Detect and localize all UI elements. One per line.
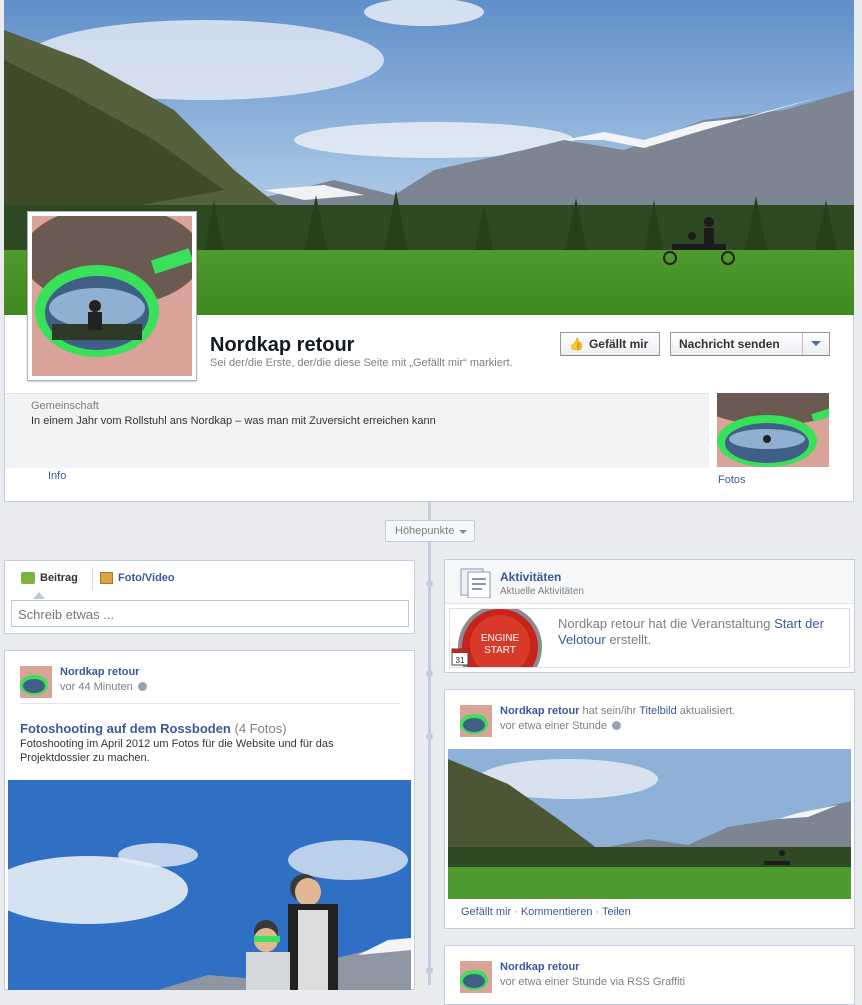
- post-headline-mid: hat sein/ihr: [579, 705, 640, 717]
- post-time: vor etwa einer Stunde: [500, 720, 608, 732]
- send-message-label: Nachricht senden: [679, 337, 780, 351]
- album-photo[interactable]: [8, 780, 411, 990]
- post-timestamp[interactable]: vor etwa einer Stunde: [500, 720, 622, 732]
- cover-update-post: Nordkap retour hat sein/ihr Titelbild ak…: [444, 689, 855, 929]
- cover-photo-link[interactable]: Titelbild: [639, 705, 677, 717]
- likes-note: Sei der/die Erste, der/die diese Seite m…: [210, 357, 513, 369]
- timeline-dot: [426, 670, 433, 677]
- share-link[interactable]: Teilen: [602, 906, 631, 918]
- activity-card: Aktivitäten Aktuelle Aktivitäten 31 ENGI…: [444, 559, 855, 673]
- album-count: (4 Fotos): [234, 721, 287, 736]
- chevron-down-icon: [459, 530, 467, 534]
- photos-thumbnail[interactable]: [717, 393, 829, 467]
- tab-post-label: Beitrag: [40, 572, 78, 584]
- post-author[interactable]: Nordkap retour: [60, 666, 139, 678]
- comment-link[interactable]: Kommentieren: [521, 906, 593, 918]
- timeline-spine: [428, 502, 431, 985]
- highlights-dropdown[interactable]: Höhepunkte: [385, 520, 475, 542]
- chevron-down-icon[interactable]: [811, 341, 821, 346]
- separator: ·: [511, 906, 521, 918]
- page-description: In einem Jahr vom Rollstuhl ans Nordkap …: [31, 415, 436, 427]
- status-input[interactable]: Schreib etwas ...: [11, 600, 409, 627]
- activity-text-start: Nordkap retour hat die Veranstaltung: [558, 616, 775, 631]
- activity-item[interactable]: 31 ENGINE START Nordkap retour hat die V…: [449, 608, 850, 668]
- timeline-dot: [426, 580, 433, 587]
- post-time: vor 44 Minuten: [60, 681, 133, 693]
- album-name: Fotoshooting auf dem Rossboden: [20, 721, 231, 736]
- divider: [20, 703, 400, 704]
- post-headline: Nordkap retour hat sein/ihr Titelbild ak…: [500, 705, 735, 717]
- album-title[interactable]: Fotoshooting auf dem Rossboden (4 Fotos): [20, 721, 287, 736]
- globe-icon: [137, 682, 147, 691]
- activity-header: Aktivitäten Aktuelle Aktivitäten: [445, 560, 854, 604]
- activity-title[interactable]: Aktivitäten: [500, 570, 561, 584]
- post-photo[interactable]: [448, 749, 851, 899]
- tab-photo-label: Foto/Video: [118, 572, 175, 584]
- speech-bubble-icon: [21, 572, 35, 584]
- activity-text: Nordkap retour hat die Veranstaltung Sta…: [558, 616, 843, 648]
- timeline-dot: [426, 733, 433, 740]
- timeline-dot: [426, 967, 433, 974]
- avatar[interactable]: [460, 961, 492, 993]
- engine-start-image: 31 ENGINE START: [450, 609, 550, 667]
- activity-subtitle: Aktuelle Aktivitäten: [500, 586, 584, 597]
- post-timestamp[interactable]: vor 44 Minuten: [60, 681, 147, 693]
- tab-post[interactable]: Beitrag: [21, 572, 78, 584]
- like-button-label: Gefällt mir: [588, 337, 649, 351]
- button-divider: [802, 333, 803, 355]
- album-description: Fotoshooting im April 2012 um Fotos für …: [20, 738, 334, 764]
- separator: ·: [592, 906, 603, 918]
- avatar[interactable]: [460, 705, 492, 737]
- album-post: Nordkap retour vor 44 Minuten Fotoshooti…: [4, 650, 415, 990]
- tab-pointer: [33, 592, 45, 599]
- composer: Beitrag Foto/Video Schreib etwas ...: [4, 560, 415, 634]
- rss-post: Nordkap retour vor etwa einer Stunde via…: [444, 945, 855, 1005]
- photos-link[interactable]: Fotos: [718, 474, 746, 486]
- post-author[interactable]: Nordkap retour: [500, 705, 579, 717]
- tab-photo-video[interactable]: Foto/Video: [100, 572, 175, 584]
- send-message-button[interactable]: Nachricht senden: [670, 332, 830, 356]
- avatar[interactable]: [20, 666, 52, 698]
- badge-line-2: START: [484, 645, 516, 656]
- tab-divider: [92, 568, 93, 590]
- post-headline-end: aktualisiert.: [676, 705, 736, 717]
- highlights-label: Höhepunkte: [395, 525, 455, 537]
- thumbs-up-icon: 👍: [569, 337, 584, 351]
- like-button[interactable]: 👍 Gefällt mir: [560, 332, 660, 356]
- activity-text-end: erstellt.: [605, 632, 652, 647]
- post-actions: Gefällt mir · Kommentieren · Teilen: [461, 906, 631, 918]
- profile-picture[interactable]: [27, 211, 197, 381]
- badge-line-1: ENGINE: [481, 633, 520, 644]
- page-category: Gemeinschaft: [31, 400, 99, 412]
- about-section: Gemeinschaft In einem Jahr vom Rollstuhl…: [5, 393, 709, 468]
- activity-icon: [460, 568, 491, 598]
- photo-icon: [100, 572, 113, 584]
- page-title[interactable]: Nordkap retour: [210, 334, 354, 357]
- post-timestamp[interactable]: vor etwa einer Stunde via RSS Graffiti: [500, 976, 685, 988]
- info-link[interactable]: Info: [48, 470, 66, 482]
- calendar-day: 31: [456, 656, 465, 665]
- globe-icon: [612, 721, 622, 730]
- post-author[interactable]: Nordkap retour: [500, 961, 579, 973]
- like-link[interactable]: Gefällt mir: [461, 906, 511, 918]
